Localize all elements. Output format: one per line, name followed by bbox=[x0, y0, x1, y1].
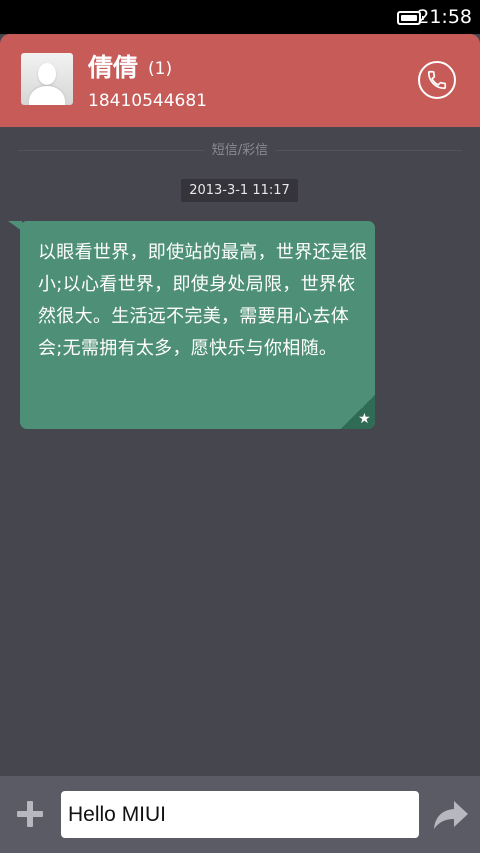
starred-corner: ★ bbox=[341, 395, 375, 429]
sms-conversation-screen: 21:58 倩倩 (1) 18410544681 短信/彩信 2013-3-1 … bbox=[0, 0, 480, 853]
message-input[interactable] bbox=[61, 791, 419, 838]
contact-phone-number: 18410544681 bbox=[88, 91, 207, 111]
channel-label: 短信/彩信 bbox=[0, 142, 480, 160]
channel-label-text: 短信/彩信 bbox=[203, 143, 277, 158]
plus-icon[interactable] bbox=[12, 796, 48, 832]
contact-name[interactable]: 倩倩 bbox=[88, 52, 138, 84]
compose-bar bbox=[0, 776, 480, 853]
unread-count: (1) bbox=[148, 59, 173, 79]
status-time: 21:58 bbox=[417, 6, 472, 28]
person-avatar-icon[interactable] bbox=[21, 53, 73, 105]
status-bar: 21:58 bbox=[0, 0, 480, 34]
message-text: 以眼看世界，即使站的最高，世界还是很小;以心看世界，即使身处局限，世界依然很大。… bbox=[38, 242, 368, 359]
star-icon: ★ bbox=[358, 411, 371, 427]
incoming-message-bubble[interactable]: 以眼看世界，即使站的最高，世界还是很小;以心看世界，即使身处局限，世界依然很大。… bbox=[8, 221, 375, 429]
message-timestamp: 2013-3-1 11:17 bbox=[181, 179, 298, 202]
phone-glyph bbox=[427, 70, 447, 90]
send-arrow-icon[interactable] bbox=[432, 798, 470, 832]
phone-call-icon[interactable] bbox=[418, 61, 456, 99]
contact-header: 倩倩 (1) 18410544681 bbox=[0, 34, 480, 127]
